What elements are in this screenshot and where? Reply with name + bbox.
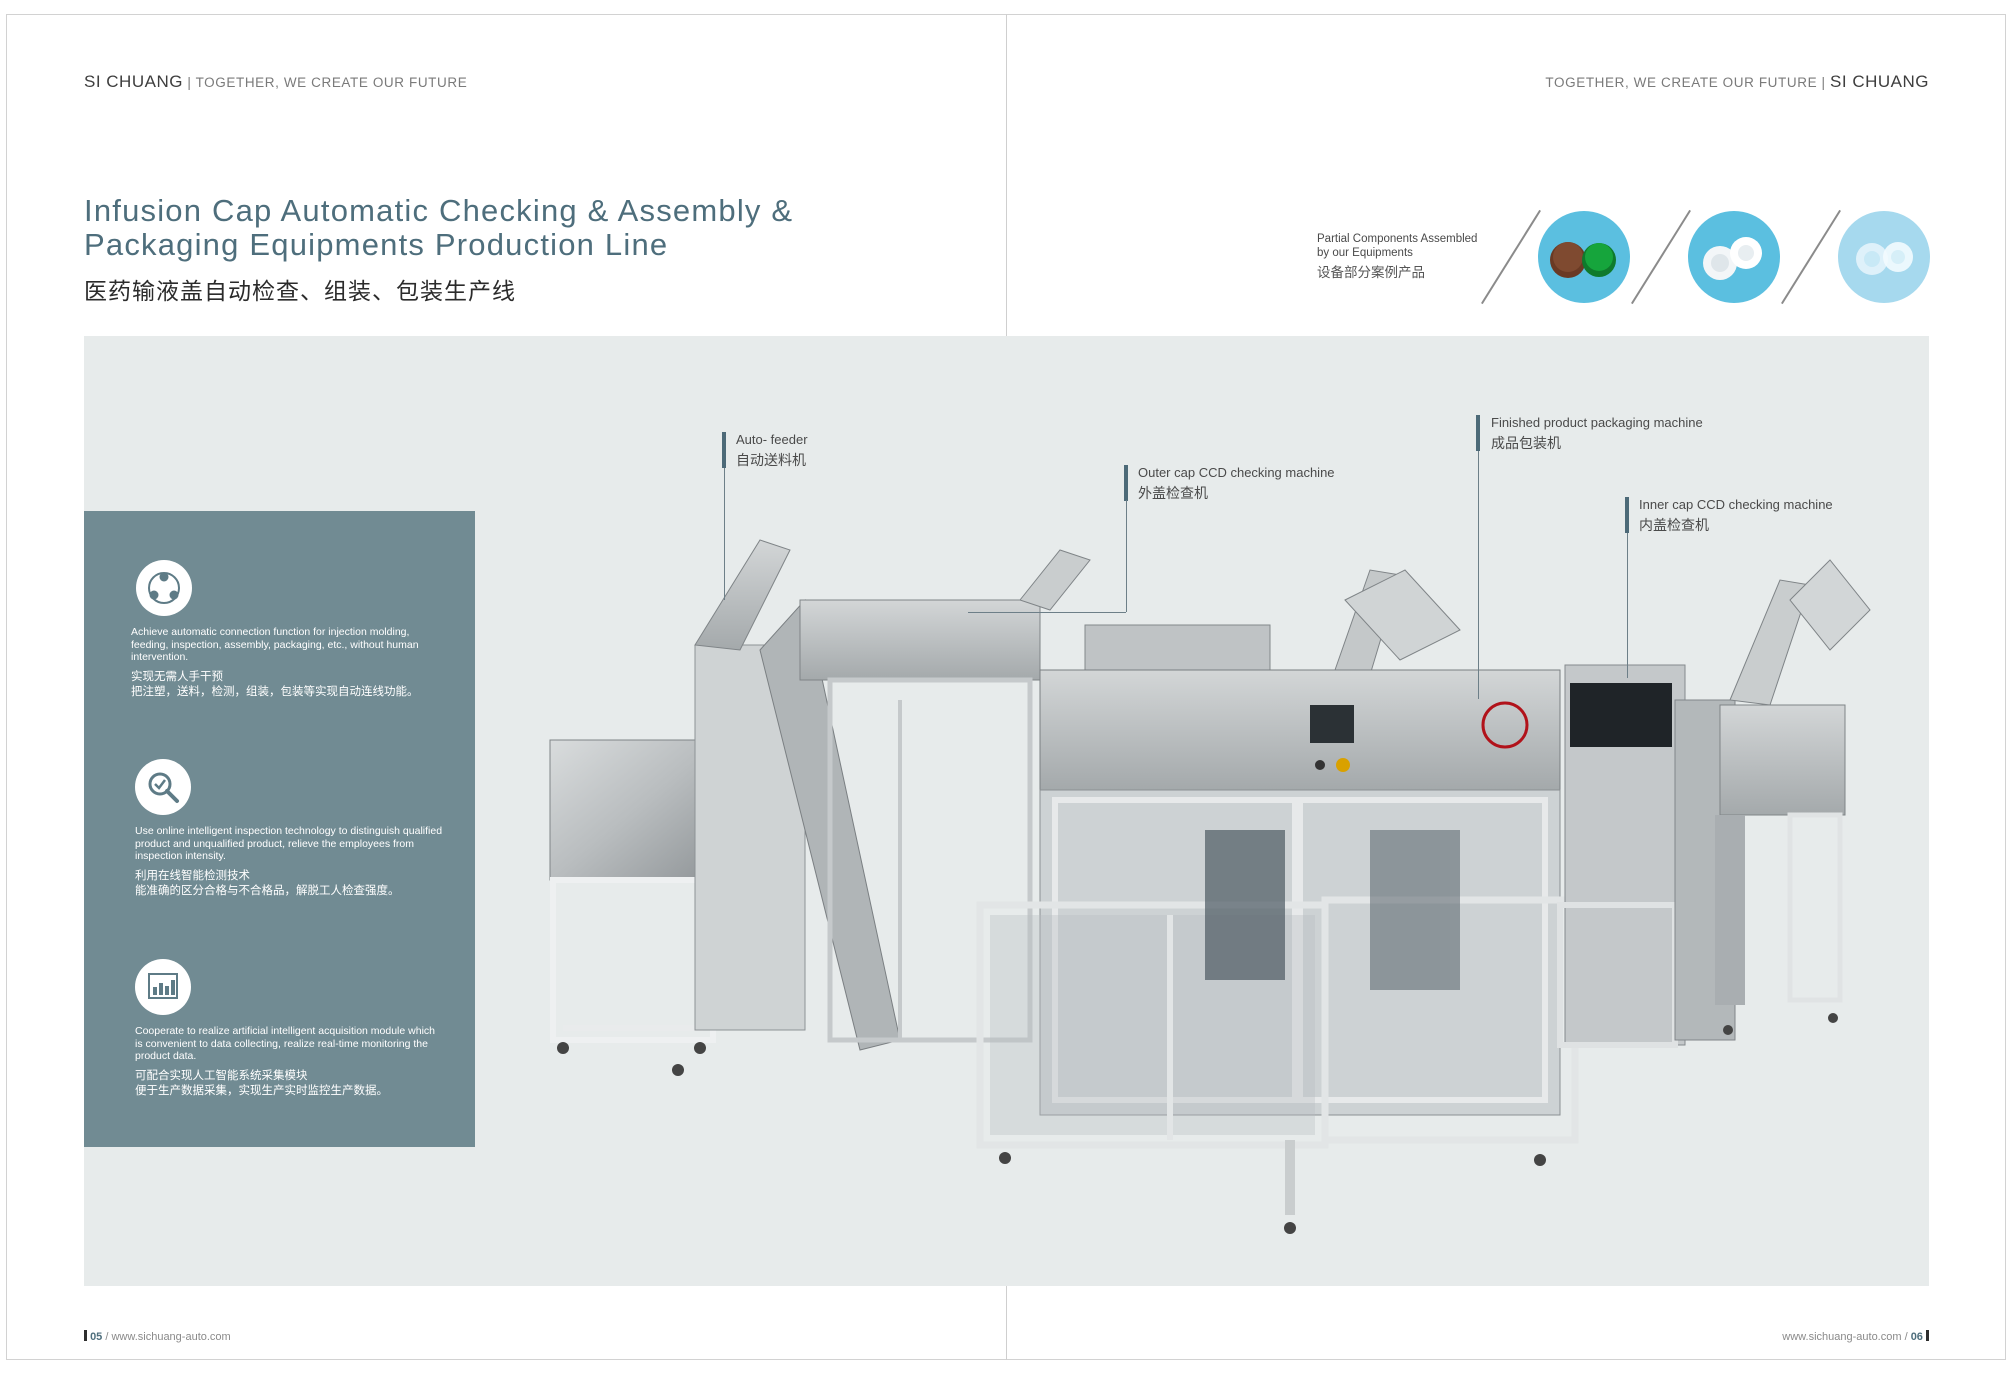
feature-2-cn-line-1: 利用在线智能检测技术 <box>135 870 250 882</box>
feature-3-cn-line-2: 便于生产数据采集，实现生产实时监控生产数据。 <box>135 1085 388 1097</box>
page-number: 06 <box>1910 1331 1923 1343</box>
connection-icon <box>136 560 192 616</box>
callout-inner-cap: Inner cap CCD checking machine 内盖检查机 <box>1639 495 1833 535</box>
features-panel: Achieve automatic connection function fo… <box>84 511 475 1147</box>
callout-finished-packaging: Finished product packaging machine 成品包装机 <box>1491 413 1703 453</box>
feature-3-cn-line-1: 可配合实现人工智能系统采集模块 <box>135 1070 308 1082</box>
feature-2-chinese: 利用在线智能检测技术 能准确的区分合格与不合格品，解脱工人检查强度。 <box>135 869 465 899</box>
feature-2-english: Use online intelligent inspection techno… <box>135 825 443 862</box>
callout-en: Inner cap CCD checking machine <box>1639 497 1833 512</box>
callout-marker <box>1124 465 1128 501</box>
page-number: 05 <box>90 1331 103 1343</box>
callout-auto-feeder: Auto- feeder 自动送料机 <box>736 430 808 470</box>
callout-en: Outer cap CCD checking machine <box>1138 465 1335 480</box>
outer-cap-ccd-machine <box>976 569 1579 1234</box>
right-page-footer: www.sichuang-auto.com / 06 <box>1782 1330 1929 1343</box>
feature-2-cn-line-2: 能准确的区分合格与不合格品，解脱工人检查强度。 <box>135 885 400 897</box>
callout-cn: 内盖检查机 <box>1639 517 1709 533</box>
callout-cn: 外盖检查机 <box>1138 485 1208 501</box>
callout-leader-line <box>724 468 725 600</box>
callout-en: Auto- feeder <box>736 432 808 447</box>
callout-leader-line <box>1126 500 1127 612</box>
inspection-magnifier-icon <box>135 759 191 815</box>
callout-leader-line <box>1478 451 1479 699</box>
feature-3-english: Cooperate to realize artificial intellig… <box>135 1025 435 1062</box>
callout-en: Finished product packaging machine <box>1491 415 1703 430</box>
callout-outer-cap: Outer cap CCD checking machine 外盖检查机 <box>1138 463 1335 503</box>
callout-leader-line <box>968 612 1126 613</box>
callout-leader-line <box>1627 533 1628 678</box>
footer-bar <box>1926 1330 1929 1341</box>
callout-marker <box>1625 497 1629 533</box>
left-page-footer: 05 / www.sichuang-auto.com <box>84 1330 231 1343</box>
feature-1-english: Achieve automatic connection function fo… <box>131 626 419 663</box>
feature-3-chinese: 可配合实现人工智能系统采集模块 便于生产数据采集，实现生产实时监控生产数据。 <box>135 1069 465 1099</box>
callout-cn: 成品包装机 <box>1491 435 1561 451</box>
feature-1-chinese: 实现无需人手干预 把注塑，送料，检测，组装，包装等实现自动连线功能。 <box>131 670 461 700</box>
callout-marker <box>1476 415 1480 451</box>
website-url: / www.sichuang-auto.com <box>102 1331 231 1343</box>
data-chart-icon <box>135 959 191 1015</box>
website-url: www.sichuang-auto.com / <box>1782 1331 1911 1343</box>
callout-cn: 自动送料机 <box>736 452 806 468</box>
inner-cap-ccd-machine <box>1557 559 1871 1048</box>
feature-1-cn-line-2: 把注塑，送料，检测，组装，包装等实现自动连线功能。 <box>131 686 419 698</box>
feature-1-cn-line-1: 实现无需人手干预 <box>131 671 223 683</box>
callout-marker <box>722 432 726 468</box>
footer-bar <box>84 1330 87 1341</box>
